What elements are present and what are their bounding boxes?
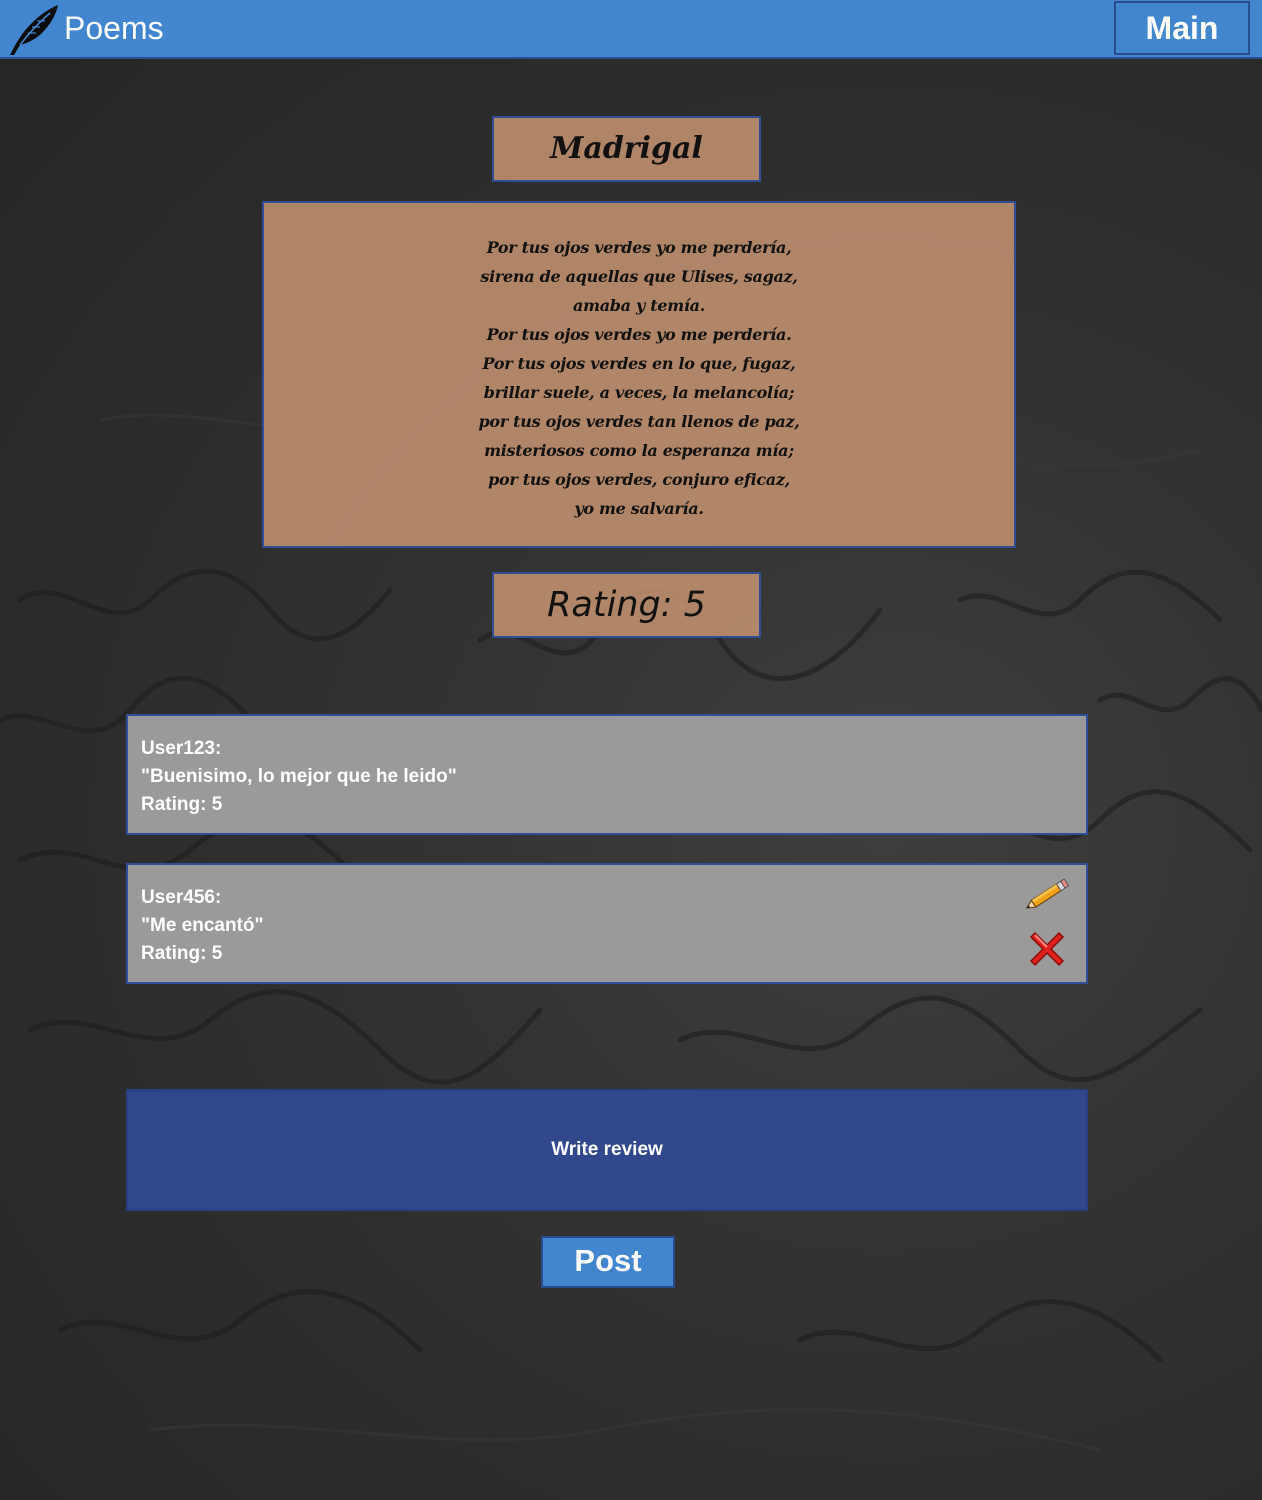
top-navigation-bar: Poems Main	[0, 0, 1262, 59]
pencil-icon[interactable]	[1023, 876, 1071, 914]
app-brand-title[interactable]: Poems	[64, 9, 164, 47]
poem-title: Madrigal	[550, 131, 703, 166]
poem-line: por tus ojos verdes tan llenos de paz,	[478, 412, 800, 431]
poem-body-card: Por tus ojos verdes yo me perdería, sire…	[262, 201, 1016, 548]
poem-detail-page: Madrigal Por tus ojos verdes yo me perde…	[0, 0, 1262, 1500]
poem-rating: Rating: 5	[547, 585, 706, 625]
write-review-input[interactable]: Write review	[126, 1089, 1088, 1211]
review-card-own: User456: "Me encantó" Rating: 5	[126, 863, 1088, 984]
poem-line: yo me salvaría.	[574, 499, 704, 518]
main-button[interactable]: Main	[1114, 1, 1250, 55]
red-x-icon[interactable]	[1027, 929, 1067, 969]
review-text: "Me encantó"	[141, 915, 264, 936]
poem-line: Por tus ojos verdes yo me perdería,	[486, 238, 792, 257]
post-button[interactable]: Post	[541, 1236, 675, 1288]
quill-feather-icon[interactable]	[6, 3, 60, 57]
review-text: "Buenisimo, lo mejor que he leido"	[141, 766, 457, 787]
poem-line: Por tus ojos verdes en lo que, fugaz,	[482, 354, 796, 373]
review-username: User123:	[141, 738, 222, 759]
poem-line: sirena de aquellas que Ulises, sagaz,	[480, 267, 798, 286]
review-rating: Rating: 5	[141, 794, 223, 815]
poem-line: por tus ojos verdes, conjuro eficaz,	[488, 470, 790, 489]
poem-title-card: Madrigal	[492, 116, 761, 182]
review-card: User123: "Buenisimo, lo mejor que he lei…	[126, 714, 1088, 835]
review-username: User456:	[141, 887, 222, 908]
review-rating: Rating: 5	[141, 943, 223, 964]
poem-line: amaba y temía.	[573, 296, 705, 315]
poem-line: misteriosos como la esperanza mía;	[484, 441, 794, 460]
write-review-placeholder: Write review	[551, 1139, 663, 1160]
poem-line: brillar suele, a veces, la melancolía;	[483, 383, 795, 402]
poem-line: Por tus ojos verdes yo me perdería.	[486, 325, 792, 344]
poem-rating-card: Rating: 5	[492, 572, 761, 638]
